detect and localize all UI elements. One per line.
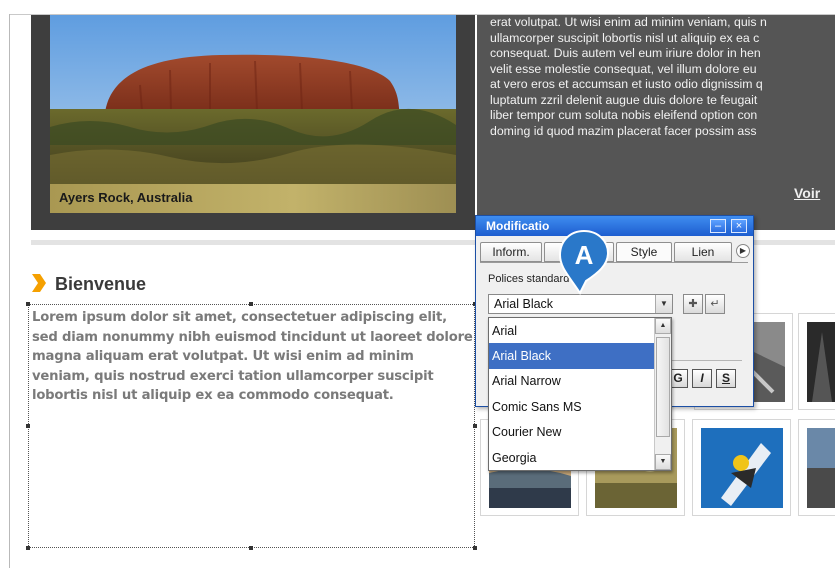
article-line: ullamcorper suscipit lobortis nisl ut al…: [490, 30, 760, 45]
article-line: at vero eros et accumsan et iusto odio d…: [490, 77, 763, 91]
gallery-thumbnail[interactable]: [692, 419, 791, 516]
font-option[interactable]: Georgia: [489, 445, 654, 471]
article-line: erat volutpat. Ut wisi enim ad minim ven…: [490, 15, 767, 29]
resize-handle[interactable]: [26, 302, 30, 306]
underline-button[interactable]: S: [716, 369, 736, 388]
font-option[interactable]: Comic Sans MS: [489, 394, 654, 420]
italic-button[interactable]: I: [692, 369, 712, 388]
resize-handle[interactable]: [249, 546, 253, 550]
tab-lien[interactable]: Lien: [674, 242, 732, 262]
font-option[interactable]: Arial: [489, 318, 654, 344]
chevron-up-icon[interactable]: ▲: [655, 318, 671, 334]
editable-text-block[interactable]: Lorem ipsum dolor sit amet, consectetuer…: [28, 304, 475, 548]
article-line: consequat. Duis autem vel eum iriure dol…: [490, 46, 761, 60]
chevron-down-icon[interactable]: ▼: [655, 295, 672, 313]
article-line: luptatum zzril delenit augue duis dolore…: [490, 92, 758, 107]
callout-marker-icon: A: [558, 229, 610, 295]
hero-caption-bar: Ayers Rock, Australia: [50, 184, 456, 213]
article-line: doming id quod mazim placerat facer poss…: [490, 123, 757, 138]
minus-icon[interactable]: –: [710, 219, 726, 233]
thumbnail-image: [807, 428, 835, 508]
palette-titlebar[interactable]: Modificatio – ×: [476, 216, 753, 236]
gallery-thumbnail[interactable]: [798, 313, 835, 410]
font-select[interactable]: Arial Black ▼: [488, 294, 673, 314]
scrollbar-thumb[interactable]: [656, 337, 670, 437]
article-panel: erat volutpat. Ut wisi enim ad minim ven…: [477, 15, 835, 230]
add-font-icon[interactable]: ✚: [683, 294, 703, 314]
apply-font-icon[interactable]: ↵: [705, 294, 725, 314]
chevron-right-icon: [32, 274, 46, 292]
hero-caption: Ayers Rock, Australia: [59, 190, 193, 205]
tab-inform[interactable]: Inform.: [480, 242, 542, 262]
tab-scroll-icon[interactable]: ▶: [736, 244, 750, 258]
frame-left-line: [9, 14, 10, 568]
welcome-body[interactable]: Lorem ipsum dolor sit amet, consectetuer…: [32, 308, 474, 406]
palette-title: Modificatio: [486, 219, 550, 233]
resize-handle[interactable]: [249, 302, 253, 306]
more-link[interactable]: Voir: [794, 185, 820, 201]
article-line: velit esse molestie consequat, vel illum…: [490, 61, 757, 76]
thumbnail-image: [807, 322, 835, 402]
font-option-selected[interactable]: Arial Black: [489, 343, 654, 369]
page-canvas: Ayers Rock, Australia erat volutpat. Ut …: [0, 0, 835, 568]
font-dropdown-list[interactable]: Arial Arial Black Arial Narrow Comic San…: [488, 317, 672, 471]
dropdown-scrollbar[interactable]: ▲ ▼: [654, 318, 671, 470]
font-select-value: Arial Black: [494, 297, 554, 311]
chevron-down-icon[interactable]: ▼: [655, 454, 671, 470]
article-line: liber tempor cum soluta nobis eleifend o…: [490, 108, 758, 122]
resize-handle[interactable]: [26, 546, 30, 550]
marker-letter: A: [575, 240, 594, 270]
font-option[interactable]: Arial Narrow: [489, 368, 654, 394]
close-icon[interactable]: ×: [731, 219, 747, 233]
palette-divider: [672, 360, 742, 361]
resize-handle[interactable]: [473, 546, 477, 550]
article-text: erat volutpat. Ut wisi enim ad minim ven…: [490, 15, 835, 139]
gallery-thumbnail[interactable]: [798, 419, 835, 516]
section-title: Bienvenue: [55, 274, 147, 294]
resize-handle[interactable]: [473, 424, 477, 428]
resize-handle[interactable]: [26, 424, 30, 428]
thumbnail-image: [701, 428, 783, 508]
tab-style[interactable]: Style: [616, 242, 672, 262]
font-option[interactable]: Courier New: [489, 419, 654, 445]
